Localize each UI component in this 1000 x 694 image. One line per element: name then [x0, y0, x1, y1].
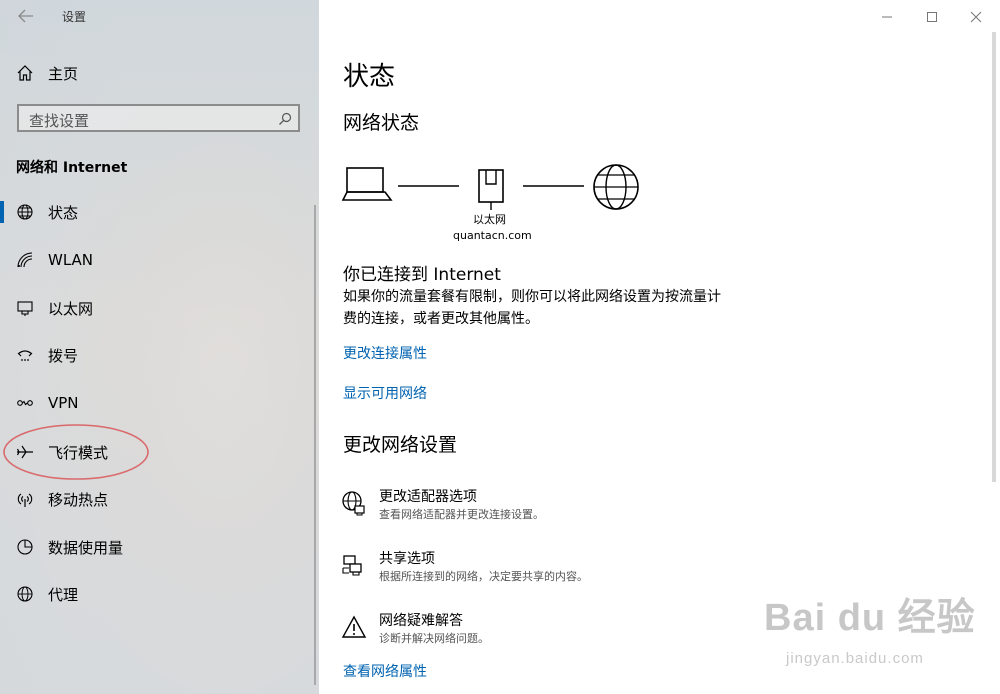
sidebar-item-label: 拨号	[48, 346, 79, 365]
adapter-label: 以太网	[473, 213, 506, 226]
ethernet-adapter-icon	[478, 169, 504, 210]
sidebar-item-label: VPN	[48, 394, 79, 412]
warning-icon	[341, 614, 367, 640]
home-icon	[16, 64, 34, 82]
option-title: 更改适配器选项	[379, 489, 477, 505]
sidebar-item-label: 以太网	[48, 299, 94, 318]
option-description: 诊断并解决网络问题。	[379, 632, 489, 645]
view-network-properties-link[interactable]: 查看网络属性	[343, 661, 427, 681]
sidebar-item-ethernet[interactable]: 以太网	[0, 290, 310, 326]
title-bar: 设置	[0, 0, 319, 32]
sharing-options-item[interactable]: 共享选项 根据所连接到的网络，决定要共享的内容。	[341, 548, 841, 588]
maximize-icon[interactable]	[922, 8, 942, 26]
section-title: 网络和 Internet	[16, 160, 128, 176]
vpn-icon	[16, 394, 34, 412]
dialup-icon	[16, 346, 34, 364]
sidebar-scrollbar[interactable]	[314, 205, 316, 685]
option-title: 共享选项	[379, 551, 435, 567]
option-description: 查看网络适配器并更改连接设置。	[379, 508, 544, 521]
sidebar-item-label: 代理	[48, 585, 79, 604]
network-status-heading: 网络状态	[343, 112, 420, 134]
ethernet-icon	[16, 299, 34, 317]
option-title: 网络疑难解答	[379, 613, 463, 629]
connected-description: 如果你的流量套餐有限制，则你可以将此网络设置为按流量计 费的连接，或者更改其他属…	[343, 286, 763, 330]
connected-title: 你已连接到 Internet	[343, 265, 501, 285]
laptop-icon	[341, 167, 393, 201]
close-icon[interactable]	[966, 8, 986, 26]
sidebar-item-hotspot[interactable]: 移动热点	[0, 481, 310, 517]
back-arrow-icon[interactable]	[14, 6, 36, 26]
change-network-settings-heading: 更改网络设置	[343, 434, 458, 456]
main-scrollbar[interactable]	[992, 32, 996, 482]
adapter-options-item[interactable]: 更改适配器选项 查看网络适配器并更改连接设置。	[341, 486, 841, 526]
page-title: 状态	[343, 62, 396, 92]
data-usage-icon	[16, 538, 34, 556]
sidebar-item-label: 飞行模式	[48, 443, 109, 462]
internet-globe-icon	[593, 164, 639, 210]
wifi-icon	[16, 251, 34, 269]
sidebar-item-label: 状态	[48, 203, 79, 222]
sharing-icon	[341, 552, 367, 578]
app-title: 设置	[62, 10, 87, 24]
sidebar-item-proxy[interactable]: 代理	[0, 576, 310, 612]
sidebar-item-label: WLAN	[48, 251, 94, 269]
watermark-logo: Bai du 经验	[764, 597, 976, 639]
search-icon[interactable]	[278, 111, 292, 125]
sidebar-item-data-usage[interactable]: 数据使用量	[0, 529, 310, 565]
sidebar-item-dialup[interactable]: 拨号	[0, 337, 310, 373]
connected-desc-line: 费的连接，或者更改其他属性。	[343, 311, 539, 327]
search-input[interactable]: 查找设置	[17, 104, 300, 132]
sidebar-item-wlan[interactable]: WLAN	[0, 242, 310, 278]
selection-indicator	[0, 201, 4, 223]
globe-icon	[16, 203, 34, 221]
proxy-globe-icon	[16, 585, 34, 603]
option-description: 根据所连接到的网络，决定要共享的内容。	[379, 570, 588, 583]
sidebar-item-vpn[interactable]: VPN	[0, 385, 310, 421]
change-connection-properties-link[interactable]: 更改连接属性	[343, 343, 427, 363]
sidebar: 设置 主页 查找设置 网络和 Internet 状态 WLAN 以太网 拨号 V…	[0, 0, 319, 694]
sidebar-item-airplane-mode[interactable]: 飞行模式	[0, 434, 310, 470]
airplane-icon	[16, 443, 34, 461]
search-placeholder: 查找设置	[29, 112, 90, 130]
sidebar-item-status[interactable]: 状态	[0, 194, 310, 230]
minimize-icon[interactable]	[877, 8, 897, 26]
sidebar-item-label: 数据使用量	[48, 538, 124, 557]
sidebar-item-label: 移动热点	[48, 490, 109, 509]
sidebar-item-home[interactable]: 主页	[16, 62, 78, 84]
connected-desc-line: 如果你的流量套餐有限制，则你可以将此网络设置为按流量计	[343, 289, 721, 305]
adapter-globe-icon	[341, 490, 367, 516]
home-label: 主页	[48, 64, 79, 83]
show-available-networks-link[interactable]: 显示可用网络	[343, 383, 427, 403]
hotspot-icon	[16, 490, 34, 508]
network-name: quantacn.com	[453, 229, 532, 242]
watermark-url: jingyan.baidu.com	[786, 650, 924, 667]
